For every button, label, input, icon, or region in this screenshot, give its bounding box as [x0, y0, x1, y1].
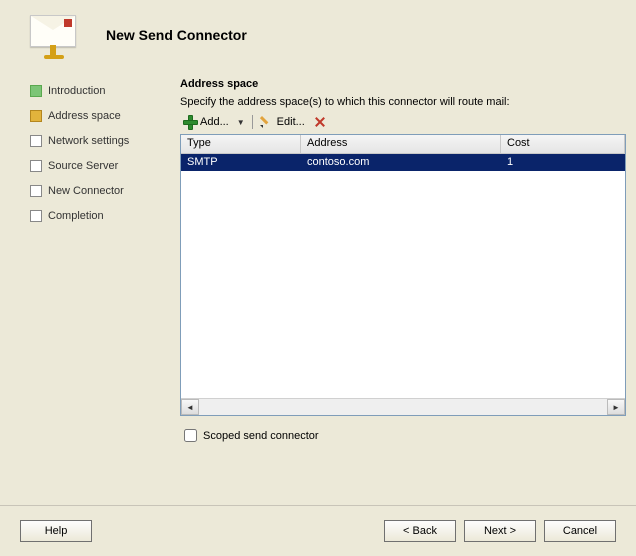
wizard-window: New Send Connector Introduction Address …: [0, 0, 636, 556]
header: New Send Connector: [0, 0, 636, 70]
list-header: Type Address Cost: [181, 135, 625, 154]
nav-item-address-space[interactable]: Address space: [30, 105, 180, 127]
add-dropdown-arrow[interactable]: ▼: [234, 118, 248, 127]
nav-item-network-settings[interactable]: Network settings: [30, 130, 180, 152]
help-button[interactable]: Help: [20, 520, 92, 542]
toolbar-separator: [252, 115, 253, 129]
connector-icon: [30, 15, 78, 55]
wizard-title: New Send Connector: [106, 27, 247, 43]
column-header-type[interactable]: Type: [181, 135, 301, 153]
cell-type: SMTP: [181, 154, 301, 171]
delete-icon: [313, 115, 327, 129]
status-done-icon: [30, 85, 42, 97]
nav-item-new-connector[interactable]: New Connector: [30, 180, 180, 202]
status-current-icon: [30, 110, 42, 122]
horizontal-scrollbar[interactable]: ◄ ►: [181, 398, 625, 415]
page-instruction: Specify the address space(s) to which th…: [180, 96, 626, 108]
next-button[interactable]: Next >: [464, 520, 536, 542]
plus-icon: [183, 115, 197, 129]
status-pending-icon: [30, 185, 42, 197]
scroll-track[interactable]: [199, 399, 607, 415]
nav-item-source-server[interactable]: Source Server: [30, 155, 180, 177]
pencil-icon: [260, 115, 274, 129]
nav-label: Address space: [48, 110, 121, 122]
nav-label: New Connector: [48, 185, 124, 197]
wizard-nav: Introduction Address space Network setti…: [30, 70, 180, 490]
edit-label: Edit...: [277, 116, 305, 128]
nav-label: Network settings: [48, 135, 129, 147]
list-row[interactable]: SMTP contoso.com 1: [181, 154, 625, 171]
toolbar: Add... ▼ Edit...: [180, 112, 626, 132]
nav-label: Source Server: [48, 160, 118, 172]
status-pending-icon: [30, 210, 42, 222]
address-space-list[interactable]: Type Address Cost SMTP contoso.com 1 ◄ ►: [180, 134, 626, 416]
scoped-checkbox-input[interactable]: [184, 429, 197, 442]
status-pending-icon: [30, 160, 42, 172]
column-header-address[interactable]: Address: [301, 135, 501, 153]
add-button[interactable]: Add...: [180, 113, 232, 131]
footer: Help < Back Next > Cancel: [0, 505, 636, 542]
nav-label: Completion: [48, 210, 104, 222]
nav-label: Introduction: [48, 85, 105, 97]
nav-item-completion[interactable]: Completion: [30, 205, 180, 227]
scoped-send-connector-checkbox[interactable]: Scoped send connector: [180, 426, 626, 445]
column-header-cost[interactable]: Cost: [501, 135, 625, 153]
page-content: Address space Specify the address space(…: [180, 70, 626, 490]
cell-cost: 1: [501, 154, 625, 171]
edit-button[interactable]: Edit...: [257, 113, 308, 131]
page-heading: Address space: [180, 78, 626, 90]
scroll-left-button[interactable]: ◄: [181, 399, 199, 415]
delete-button[interactable]: [310, 113, 330, 131]
scroll-right-button[interactable]: ►: [607, 399, 625, 415]
back-button[interactable]: < Back: [384, 520, 456, 542]
scoped-label: Scoped send connector: [203, 430, 319, 442]
cancel-button[interactable]: Cancel: [544, 520, 616, 542]
cell-address: contoso.com: [301, 154, 501, 171]
add-label: Add...: [200, 116, 229, 128]
status-pending-icon: [30, 135, 42, 147]
nav-item-introduction[interactable]: Introduction: [30, 80, 180, 102]
